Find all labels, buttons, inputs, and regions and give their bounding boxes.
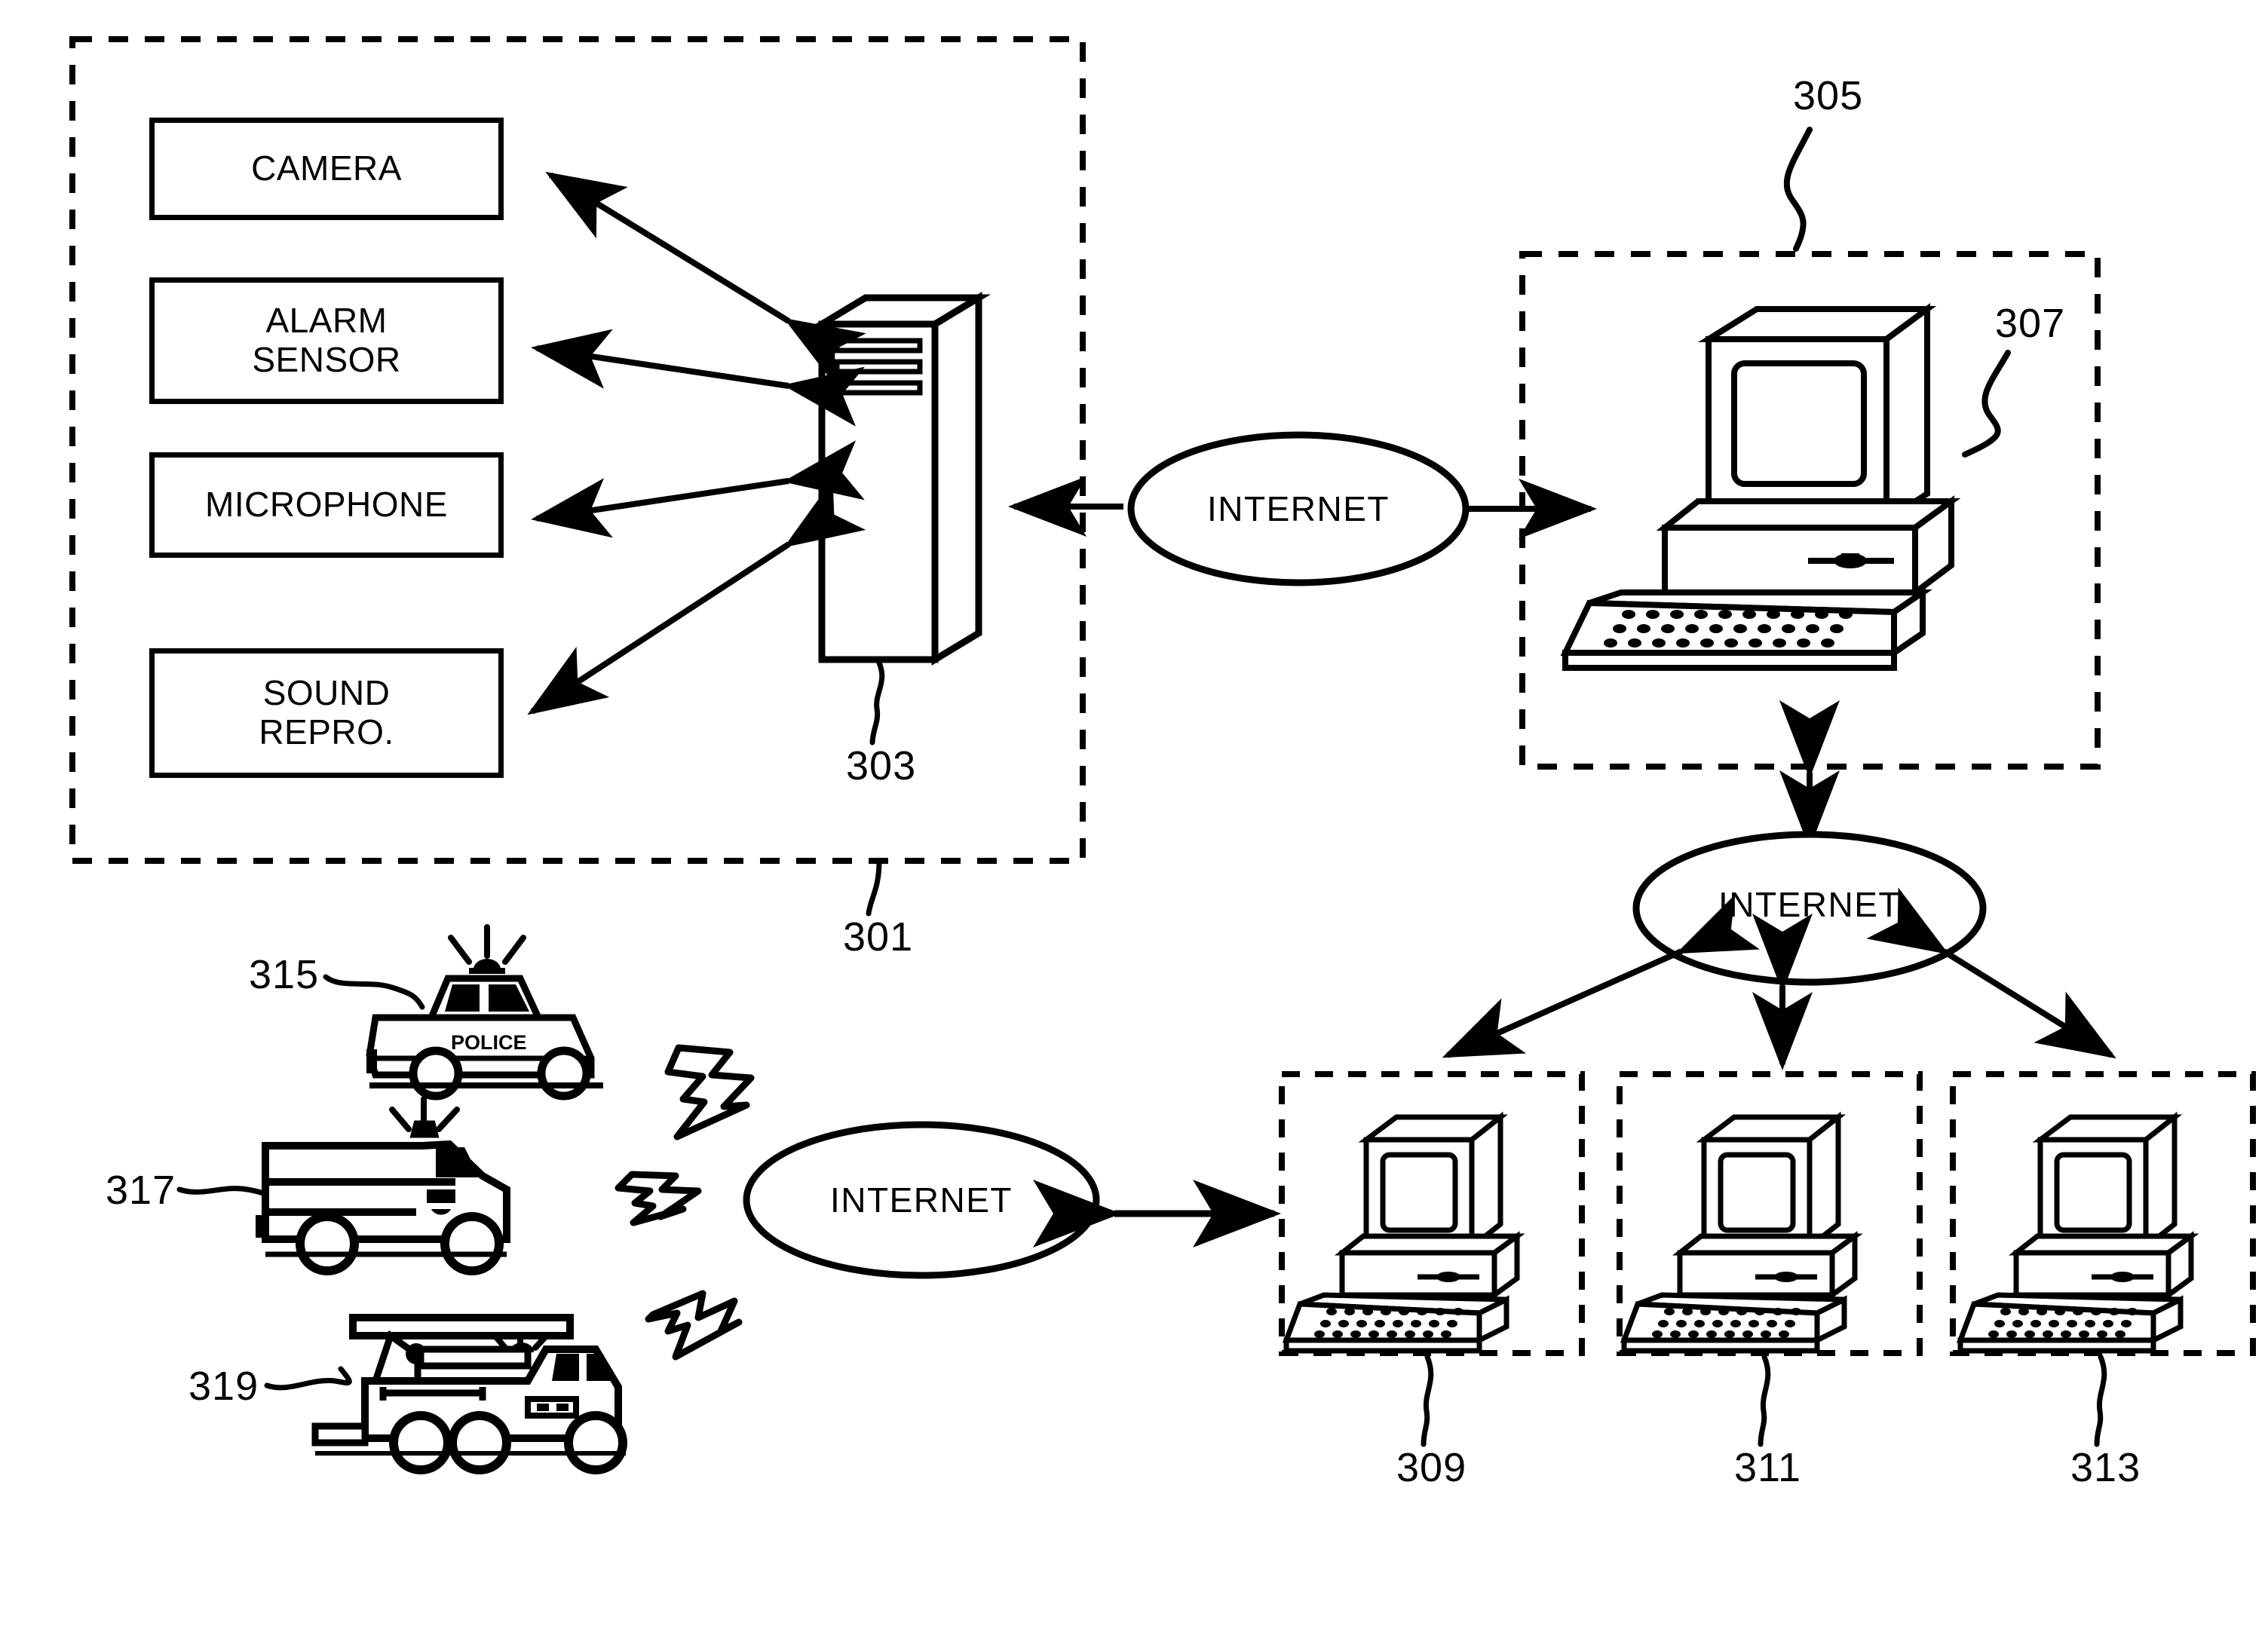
- arrow-internet-ws309: [1442, 894, 1760, 1058]
- camera-block-label: CAMERA: [251, 148, 402, 188]
- ref-leader-301: [866, 858, 882, 917]
- ref-label-311: 311: [1734, 1445, 1802, 1490]
- alarm-sensor-block[interactable]: ALARM SENSOR: [149, 277, 504, 404]
- wireless-bolt-ambulance: [615, 1171, 702, 1226]
- monitoring-computer-icon: [1560, 303, 1961, 671]
- police-car-icon: [323, 924, 603, 1101]
- arrow-internet-ws313: [1866, 887, 2116, 1059]
- ref-label-307: 307: [1995, 301, 2066, 346]
- ref-leader-305: [1783, 127, 1813, 252]
- ref-label-315: 315: [249, 952, 320, 997]
- ref-label-319: 319: [188, 1364, 259, 1409]
- arrow-alarm-server: [531, 329, 865, 427]
- ref-leader-303: [869, 658, 885, 745]
- ref-label-313: 313: [2070, 1445, 2141, 1490]
- internet-cloud-top-label: INTERNET: [1207, 489, 1390, 528]
- ref-leader-313: [2094, 1354, 2107, 1447]
- ref-label-309: 309: [1396, 1445, 1467, 1490]
- ref-label-301: 301: [843, 914, 914, 960]
- wireless-bolt-firetruck: [645, 1290, 743, 1361]
- sound-repro-block[interactable]: SOUND REPRO.: [149, 648, 504, 778]
- ref-label-317: 317: [106, 1168, 176, 1213]
- arrow-camera-server: [545, 171, 866, 385]
- ref-leader-311: [1758, 1354, 1771, 1447]
- microphone-block-label: MICROPHONE: [205, 485, 448, 525]
- diagram-vector-layer: [69, 36, 2256, 1474]
- internet-cloud-right-label: INTERNET: [1718, 885, 1901, 924]
- ref-label-303: 303: [846, 743, 917, 788]
- camera-block[interactable]: CAMERA: [149, 118, 504, 220]
- alarm-sensor-block-label-line1: ALARM: [265, 301, 388, 341]
- ambulance-van-icon: [176, 1096, 510, 1275]
- patent-figure: CAMERA ALARM SENSOR MICROPHONE SOUND REP…: [0, 0, 2268, 1644]
- ref-leader-309: [1421, 1354, 1434, 1447]
- police-car-body-text: POLICE: [451, 1031, 527, 1054]
- sound-repro-block-label-line2: REPRO.: [259, 712, 394, 752]
- alarm-sensor-block-label-line2: SENSOR: [252, 340, 401, 379]
- sound-repro-block-label-line1: SOUND: [262, 673, 391, 713]
- microphone-block[interactable]: MICROPHONE: [149, 452, 504, 558]
- ref-label-305: 305: [1793, 73, 1864, 118]
- ref-leader-307: [1962, 350, 2011, 458]
- workstation-computer-icon-313: [1956, 1111, 2199, 1354]
- fire-truck-icon: [264, 1314, 627, 1474]
- wireless-bolt-police: [664, 1044, 755, 1140]
- internet-cloud-bottom-label: INTERNET: [830, 1180, 1013, 1220]
- server-tower-icon: [809, 292, 991, 745]
- arrow-microphone-server: [531, 440, 865, 538]
- workstation-computer-icon-309: [1282, 1111, 1525, 1354]
- arrow-soundrepro-server: [527, 479, 866, 715]
- workstation-computer-icon-311: [1620, 1111, 1863, 1354]
